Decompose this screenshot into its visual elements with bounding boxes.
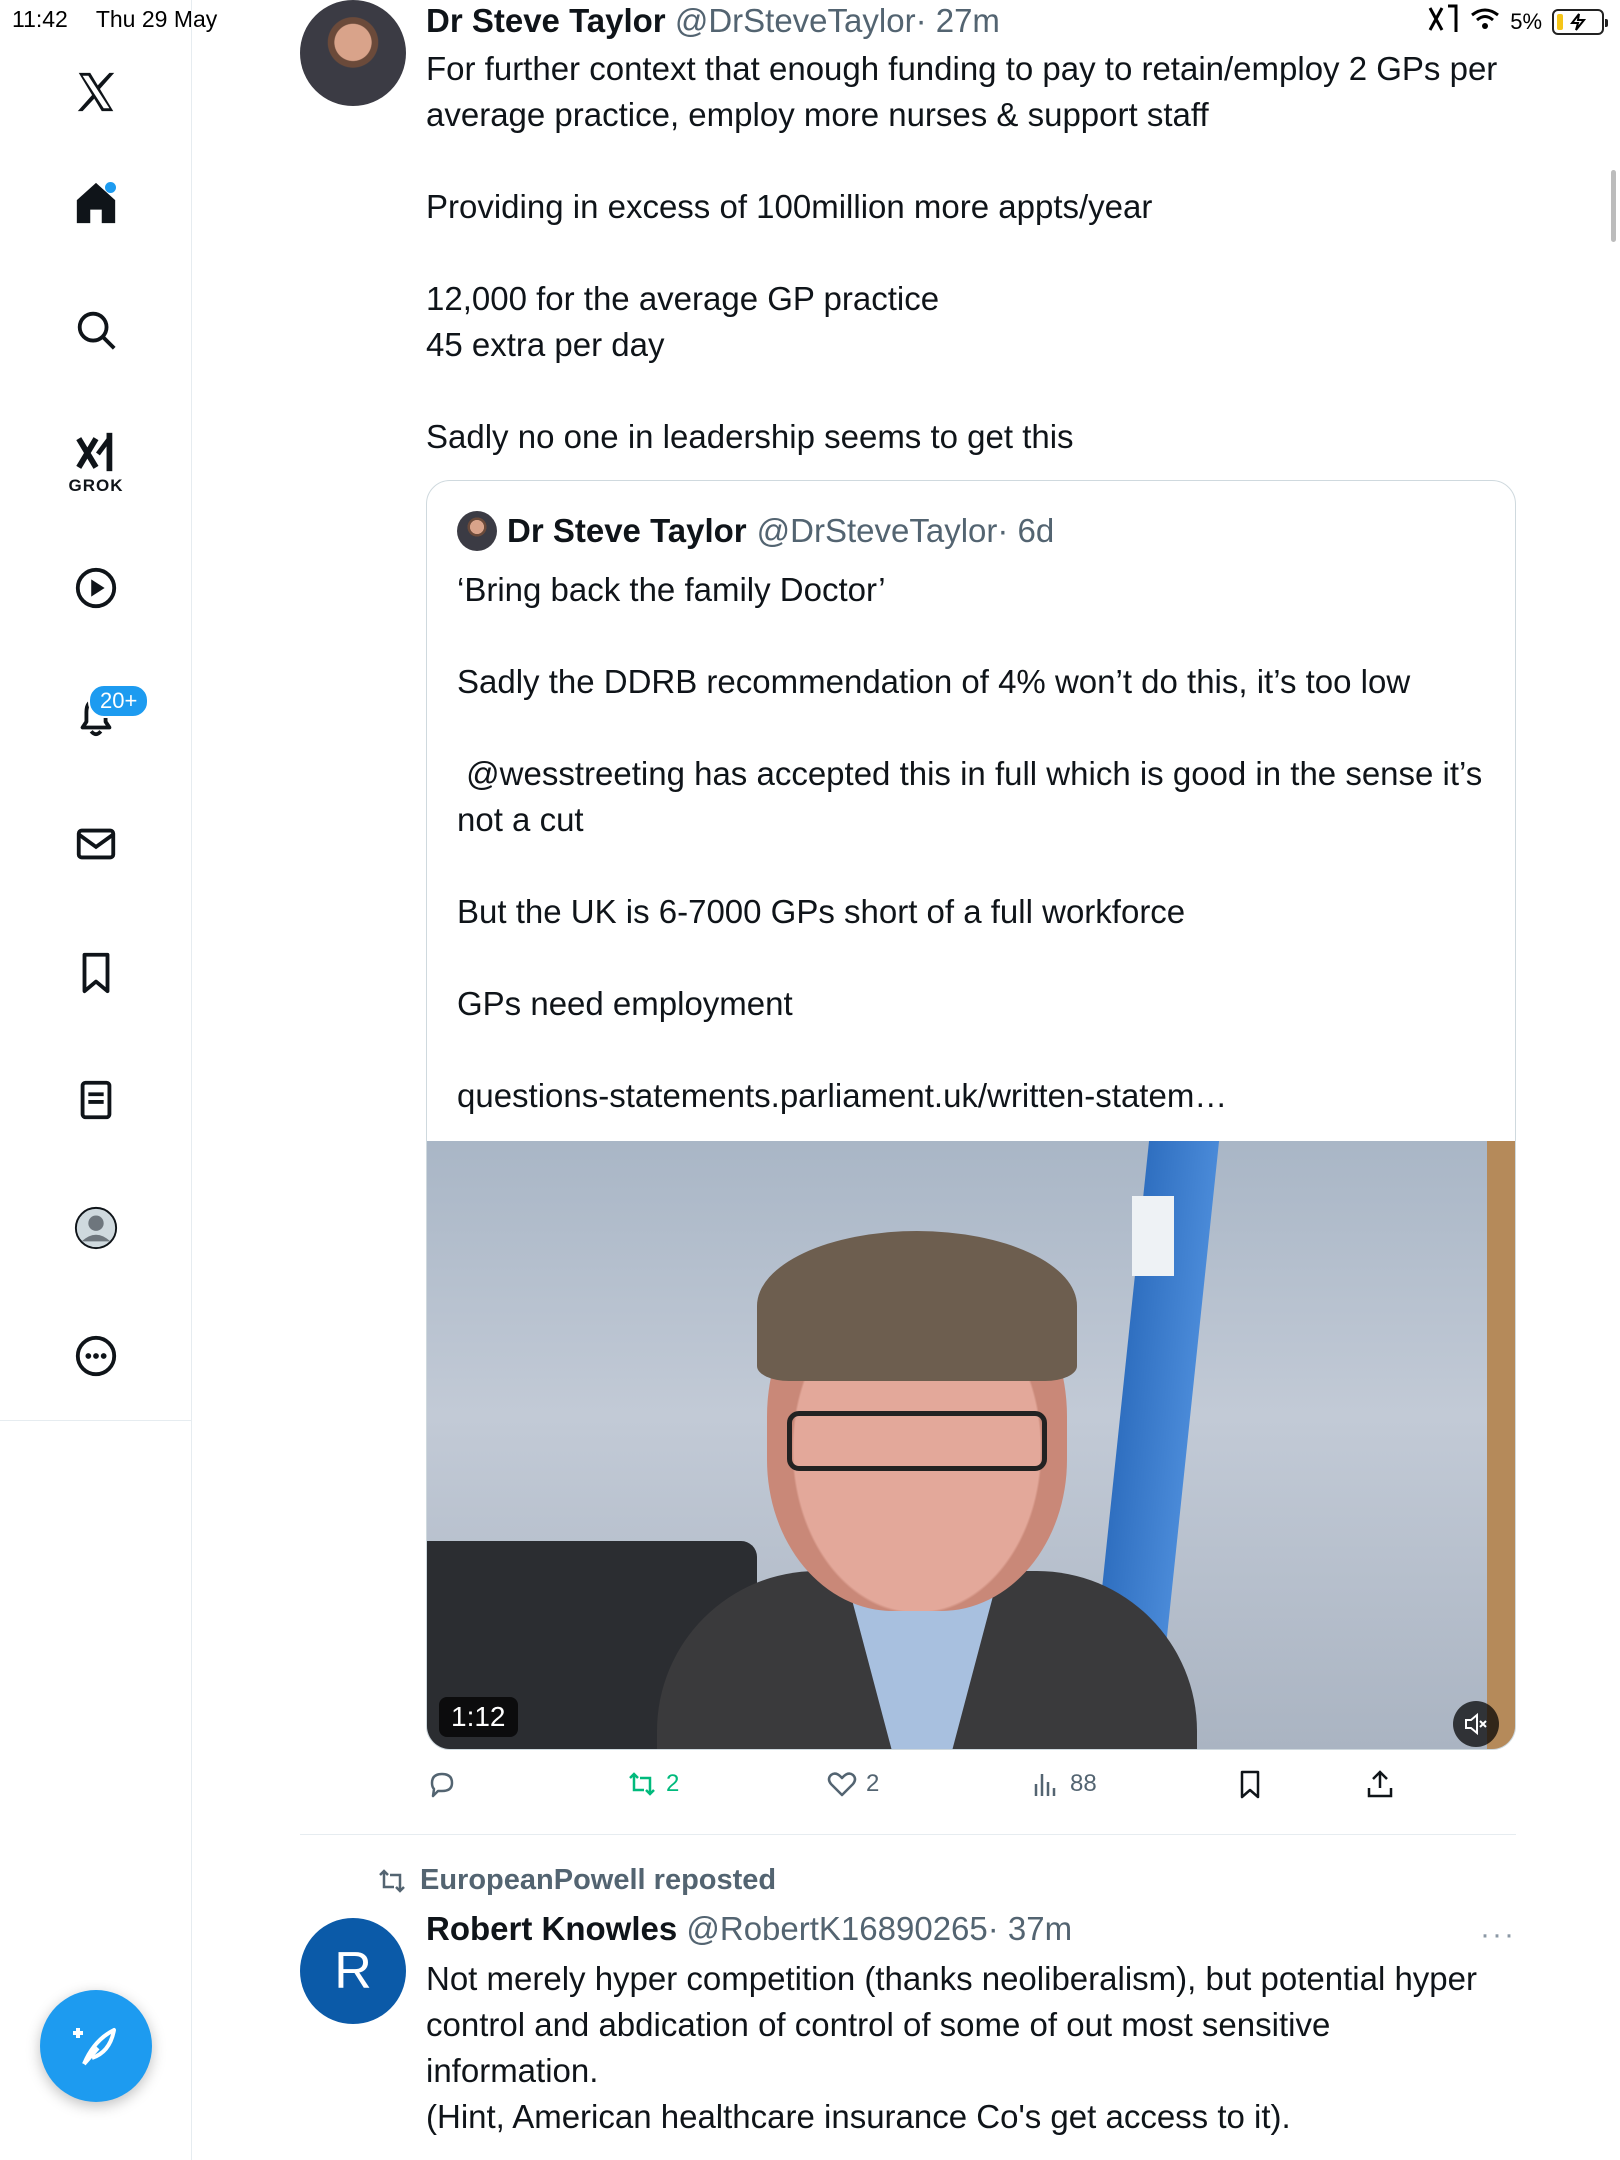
- tweet-header: Robert Knowles @RobertK16890265· 37m: [426, 1910, 1072, 1948]
- author-handle[interactable]: @RobertK16890265: [686, 1910, 987, 1947]
- views-chart-icon: [1034, 1774, 1056, 1796]
- video-person-glasses: [787, 1411, 1047, 1471]
- battery-percent: 5%: [1510, 9, 1542, 34]
- quoted-tweet[interactable]: Dr Steve Taylor @DrSteveTaylor · 6d ‘Bri…: [426, 480, 1516, 1750]
- author-name[interactable]: Dr Steve Taylor: [426, 2, 666, 39]
- video-person-hair: [757, 1231, 1077, 1381]
- tweet-text: Not merely hyper competition (thanks neo…: [426, 1960, 1478, 2135]
- tweet-actions: 2 2 88: [426, 1768, 1446, 1808]
- repost-button[interactable]: 2: [626, 1768, 679, 1800]
- author-avatar[interactable]: R: [300, 1918, 406, 2024]
- quote-time: · 6d: [997, 512, 1055, 549]
- bookmark-button[interactable]: [1234, 1768, 1266, 1800]
- grok-icon[interactable]: [66, 422, 126, 482]
- avatar-letter: R: [334, 1942, 372, 2000]
- bookmarks-icon[interactable]: [66, 942, 126, 1002]
- video-label: [1132, 1196, 1174, 1276]
- video-door-frame: [1487, 1141, 1515, 1749]
- quote-author-avatar: [457, 511, 497, 551]
- video-play-icon[interactable]: [66, 558, 126, 618]
- author-avatar[interactable]: [300, 0, 406, 106]
- more-options-icon[interactable]: [66, 1326, 126, 1386]
- reposted-by: EuropeanPowell reposted: [420, 1864, 777, 1896]
- reply-button[interactable]: [426, 1768, 458, 1800]
- home-icon[interactable]: [66, 172, 126, 232]
- wifi-icon: [1470, 7, 1500, 37]
- reply-icon: [430, 1772, 454, 1798]
- muted-speaker-icon: [1465, 1712, 1487, 1736]
- sidebar-divider: [0, 1420, 192, 1421]
- quote-author-handle: @DrSteveTaylor: [756, 512, 998, 549]
- quote-header: Dr Steve Taylor @DrSteveTaylor · 6d: [457, 511, 1054, 551]
- messages-mail-icon[interactable]: [66, 814, 126, 874]
- author-name[interactable]: Robert Knowles: [426, 1910, 677, 1947]
- like-button[interactable]: 2: [826, 1768, 879, 1800]
- share-upload-icon: [1367, 1770, 1393, 1798]
- like-count: 2: [866, 1770, 880, 1797]
- profile-avatar-icon[interactable]: [66, 1198, 126, 1258]
- status-bar-right: 5%: [1426, 4, 1608, 40]
- x-logo-icon[interactable]: [66, 62, 126, 122]
- bookmark-icon: [1240, 1770, 1260, 1799]
- notifications-badge: 20+: [88, 684, 150, 718]
- quote-author-name: Dr Steve Taylor: [507, 512, 747, 549]
- tweet-time[interactable]: · 27m: [916, 2, 1000, 39]
- repost-icon: [629, 1772, 655, 1796]
- author-handle[interactable]: @DrSteveTaylor: [675, 2, 916, 39]
- tweet-text: For further context that enough funding …: [426, 50, 1498, 455]
- repost-context-icon: [379, 1868, 405, 1893]
- video-duration: 1:12: [439, 1697, 518, 1737]
- tweet-header: Dr Steve Taylor @DrSteveTaylor· 27m: [426, 2, 1000, 40]
- home-new-dot: [105, 182, 116, 193]
- share-button[interactable]: [1364, 1768, 1396, 1800]
- repost-context[interactable]: EuropeanPowell reposted: [376, 1864, 776, 1897]
- battery-icon: [1552, 9, 1608, 35]
- scrollbar-thumb[interactable]: [1611, 170, 1616, 242]
- video-player[interactable]: 1:12: [427, 1141, 1515, 1749]
- compose-feather-icon: [73, 2028, 116, 2066]
- grok-label: GROK: [68, 476, 124, 495]
- repost-count: 2: [666, 1770, 680, 1797]
- tweet-time[interactable]: · 37m: [988, 1910, 1072, 1947]
- more-options-button[interactable]: ···: [1480, 1918, 1516, 1952]
- heart-icon: [827, 1772, 857, 1797]
- search-icon[interactable]: [66, 300, 126, 360]
- view-count: 88: [1070, 1770, 1097, 1797]
- sidebar: GROK 20+: [0, 0, 192, 2160]
- views-button[interactable]: 88: [1030, 1768, 1097, 1800]
- compose-post-button[interactable]: [40, 1990, 152, 2102]
- video-mute-button[interactable]: [1453, 1701, 1499, 1747]
- grok-status-icon: [1426, 4, 1460, 40]
- lists-icon[interactable]: [66, 1070, 126, 1130]
- tweet-divider: [300, 1834, 1516, 1835]
- quote-text: ‘Bring back the family Doctor’ Sadly the…: [457, 571, 1483, 1114]
